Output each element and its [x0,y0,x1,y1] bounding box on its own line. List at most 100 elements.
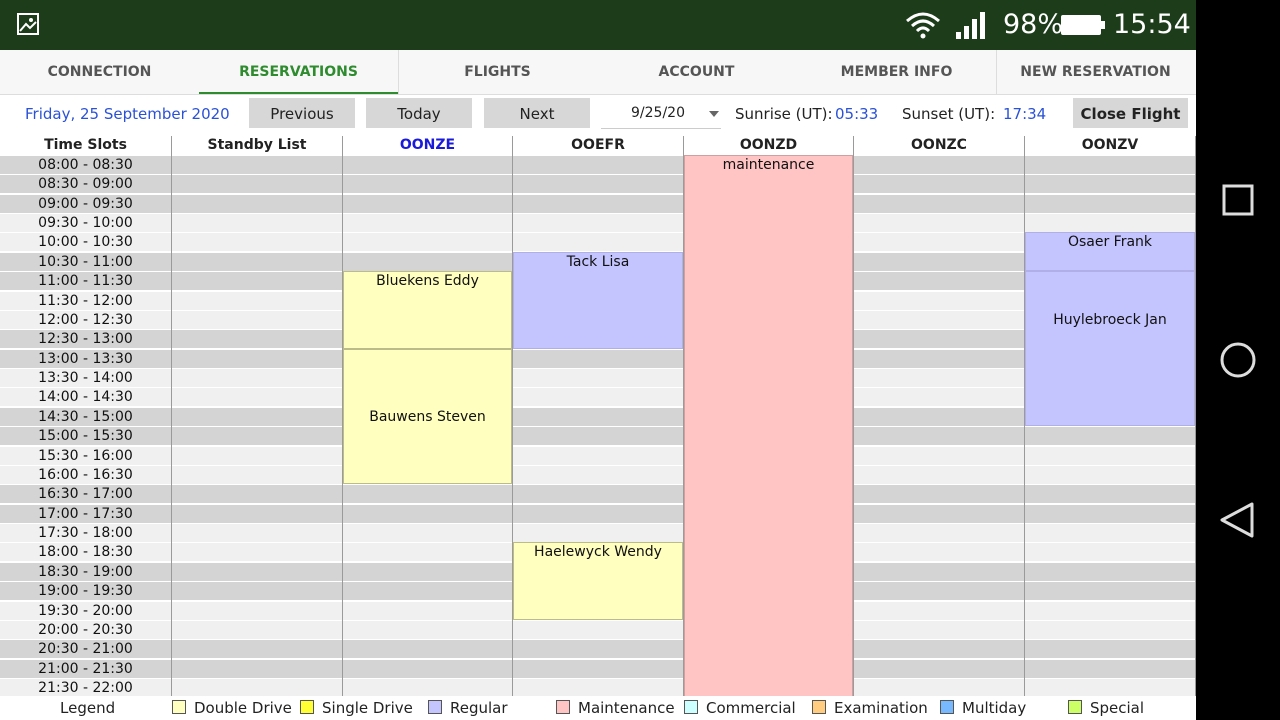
time-slot-row[interactable]: 13:30 - 14:00 [0,368,1196,388]
column-header-time-slots: Time Slots [44,137,127,153]
time-slot-row[interactable]: 21:00 - 21:30 [0,658,1196,678]
tab-reservations[interactable]: RESERVATIONS [199,50,398,94]
reservation-block[interactable]: Huylebroeck Jan [1025,271,1195,427]
time-slot-label: 13:30 - 14:00 [38,370,133,387]
column-divider [512,136,513,696]
signal-icon [956,12,985,39]
previous-button[interactable]: Previous [249,98,355,128]
time-slot-row[interactable]: 13:00 - 13:30 [0,348,1196,368]
legend-swatch [172,700,186,714]
sunrise-label: Sunrise (UT): [735,105,833,123]
time-slot-row[interactable]: 08:00 - 08:30 [0,155,1196,174]
time-slot-label: 09:30 - 10:00 [38,215,133,232]
legend-swatch [684,700,698,714]
time-slot-row[interactable]: 17:00 - 17:30 [0,503,1196,523]
legend-item: Maintenance [556,699,675,717]
home-icon[interactable] [1216,340,1260,380]
column-header-oonzd[interactable]: OONZD [684,136,853,154]
legend: Legend Double Drive Single Drive Regular… [0,696,1196,720]
reservation-block[interactable]: Haelewyck Wendy [513,542,683,620]
legend-swatch [300,700,314,714]
time-slot-row[interactable]: 08:30 - 09:00 [0,174,1196,194]
tab-member-info[interactable]: MEMBER INFO [797,50,996,94]
time-slot-label: 19:30 - 20:00 [38,602,133,619]
legend-label: Commercial [706,699,796,717]
time-slot-label: 21:00 - 21:30 [38,660,133,677]
column-header-oonzc[interactable]: OONZC [854,136,1024,154]
column-header-oonze[interactable]: OONZE [343,136,512,154]
reservation-block[interactable]: Osaer Frank [1025,232,1195,272]
time-slot-row[interactable]: 09:00 - 09:30 [0,193,1196,213]
tab-flights[interactable]: FLIGHTS [398,50,597,94]
time-slot-row[interactable]: 15:30 - 16:00 [0,445,1196,465]
wifi-icon [906,12,940,39]
navigation-bar [1196,0,1280,720]
status-bar: 98% 15:54 [0,0,1196,50]
tab-connection[interactable]: CONNECTION [0,50,199,94]
time-slot-row[interactable]: 10:00 - 10:30 [0,232,1196,252]
time-slot-row[interactable]: 16:30 - 17:00 [0,484,1196,504]
time-slot-label: 20:30 - 21:00 [38,641,133,658]
sunset-label: Sunset (UT): [902,105,996,123]
battery-percent: 98% [1003,9,1064,40]
column-divider [1195,136,1196,696]
column-header-ooefr[interactable]: OOEFR [513,136,683,154]
column-divider [683,136,684,696]
time-slot-row[interactable]: 21:30 - 22:00 [0,677,1196,697]
column-divider [853,136,854,696]
legend-label: Multiday [962,699,1027,717]
time-slot-row[interactable]: 16:00 - 16:30 [0,464,1196,484]
time-slot-row[interactable]: 17:30 - 18:00 [0,523,1196,543]
reservation-block[interactable]: Tack Lisa [513,251,683,349]
legend-swatch [1068,700,1082,714]
time-slot-row[interactable]: 09:30 - 10:00 [0,213,1196,233]
time-slot-row[interactable]: 14:00 - 14:30 [0,387,1196,407]
legend-item: Special [1068,699,1144,717]
legend-swatch [428,700,442,714]
recent-apps-icon[interactable] [1216,182,1260,218]
time-slot-row[interactable]: 14:30 - 15:00 [0,406,1196,426]
time-slot-label: 18:30 - 19:00 [38,563,133,580]
reservation-name: Osaer Frank [1067,234,1153,251]
legend-item: Double Drive [172,699,292,717]
time-slot-label: 15:30 - 16:00 [38,447,133,464]
tab-account[interactable]: ACCOUNT [597,50,796,94]
battery-icon [1061,15,1105,35]
reservation-name: maintenance [722,157,815,173]
reservation-name: Huylebroeck Jan [1053,311,1167,328]
today-button[interactable]: Today [366,98,472,128]
time-slot-label: 13:00 - 13:30 [38,350,133,367]
time-slot-label: 09:00 - 09:30 [38,195,133,212]
legend-swatch [556,700,570,714]
reservation-block[interactable]: maintenance [684,155,853,698]
tab-bar: CONNECTION RESERVATIONS FLIGHTS ACCOUNT … [0,50,1196,95]
gallery-icon [17,13,39,35]
back-icon[interactable] [1216,500,1260,540]
legend-item: Single Drive [300,699,413,717]
legend-label: Single Drive [322,699,413,717]
column-divider [1024,136,1025,696]
time-slot-label: 16:30 - 17:00 [38,486,133,503]
time-slot-row[interactable]: 15:00 - 15:30 [0,426,1196,446]
column-header-oonzv[interactable]: OONZV [1025,136,1195,154]
tab-new-reservation[interactable]: NEW RESERVATION [996,50,1195,94]
legend-label: Double Drive [194,699,292,717]
legend-item: Examination [812,699,928,717]
close-flight-button[interactable]: Close Flight [1073,98,1188,128]
time-slot-label: 20:00 - 20:30 [38,621,133,638]
time-slot-row[interactable]: 20:30 - 21:00 [0,639,1196,659]
legend-item: Commercial [684,699,796,717]
reservation-name: Haelewyck Wendy [534,544,662,561]
legend-swatch [940,700,954,714]
time-slot-label: 19:00 - 19:30 [38,583,133,600]
time-slot-row[interactable]: 20:00 - 20:30 [0,619,1196,639]
reservation-block[interactable]: Bauwens Steven [343,348,512,485]
next-button[interactable]: Next [484,98,590,128]
reservation-block[interactable]: Bluekens Eddy [343,271,512,349]
time-slot-label: 16:00 - 16:30 [38,466,133,483]
date-picker[interactable]: 9/25/20 [601,98,721,129]
time-slot-label: 10:00 - 10:30 [38,234,133,251]
current-date-text: Friday, 25 September 2020 [25,105,230,123]
legend-item: Regular [428,699,508,717]
time-slot-label: 14:00 - 14:30 [38,389,133,406]
